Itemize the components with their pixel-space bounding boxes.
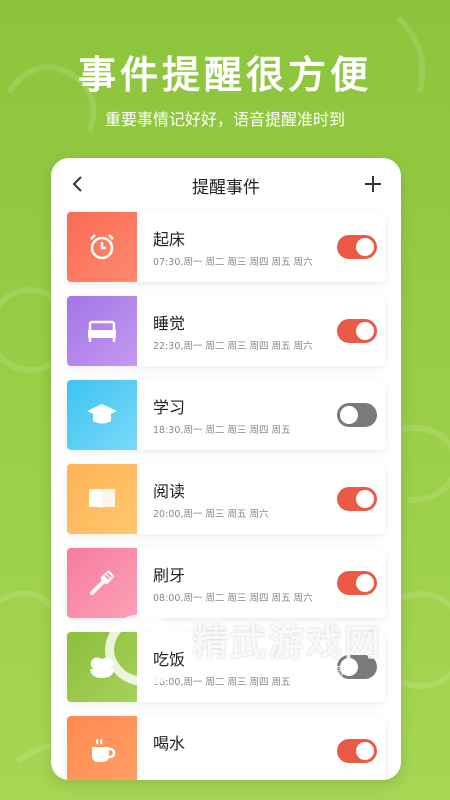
reminder-toggle[interactable] [337,403,377,427]
reminder-name: 阅读 [153,482,186,501]
reminder-row-drink[interactable]: 喝水 [67,716,385,780]
reminder-schedule: 20:00,周一 周三 周五 周六 [153,509,269,520]
cup-icon [92,738,116,762]
plus-icon [365,176,381,192]
sleep-tile [67,296,137,366]
reminder-toggle[interactable] [337,571,377,595]
read-tile [67,464,137,534]
drink-tile [67,716,137,780]
reminder-schedule: 18:30,周一 周二 周三 周四 周五 [153,425,291,436]
reminder-row-read[interactable]: 阅读 20:00,周一 周三 周五 周六 [67,464,385,534]
reminder-schedule: 08:00,周一 周二 周三 周四 周五 周六 [153,593,313,604]
book-icon [89,489,115,509]
reminder-name: 起床 [153,230,186,249]
reminder-row-sleep[interactable]: 睡觉 22:30,周一 周二 周三 周四 周五 周六 [67,296,385,366]
reminder-toggle[interactable] [337,235,377,259]
subheadline: 重要事情记好好，语音提醒准时到 [104,110,345,129]
reminder-name: 睡觉 [153,314,186,333]
reminder-row-study[interactable]: 学习 18:30,周一 周二 周三 周四 周五 [67,380,385,450]
reminder-row-wake[interactable]: 起床 07:30,周一 周二 周三 周四 周五 周六 [67,212,385,282]
reminder-list: 起床 07:30,周一 周二 周三 周四 周五 周六 睡觉 22:30,周一 周… [67,212,385,780]
watermark-text: 精武游戏网 [192,623,383,664]
reminder-name: 学习 [153,398,186,417]
watermark: 精武游戏网 排行榜专家 [100,610,430,690]
reminder-toggle[interactable] [337,739,377,763]
headline: 事件提醒很方便 [77,53,372,97]
toothbrush-icon [90,570,114,595]
reminder-name: 喝水 [153,734,186,753]
card-header: 提醒事件 [51,158,401,210]
reminder-toggle[interactable] [337,319,377,343]
reminder-schedule: 07:30,周一 周二 周三 周四 周五 周六 [153,257,313,268]
reminder-row-brush[interactable]: 刷牙 08:00,周一 周二 周三 周四 周五 周六 [67,548,385,618]
study-tile [67,380,137,450]
bed-icon [88,320,116,342]
watermark-logo-icon [105,614,169,686]
alarm-clock-icon [90,234,114,260]
add-reminder-button[interactable] [359,170,387,198]
page-title: 提醒事件 [192,178,260,198]
wake-tile [67,212,137,282]
reminder-name: 刷牙 [153,566,186,585]
reminder-schedule: 22:30,周一 周二 周三 周四 周五 周六 [153,341,313,352]
brush-tile [67,548,137,618]
graduation-cap-icon [87,404,117,424]
reminder-toggle[interactable] [337,487,377,511]
watermark-subtext: 排行榜专家 [240,664,361,678]
